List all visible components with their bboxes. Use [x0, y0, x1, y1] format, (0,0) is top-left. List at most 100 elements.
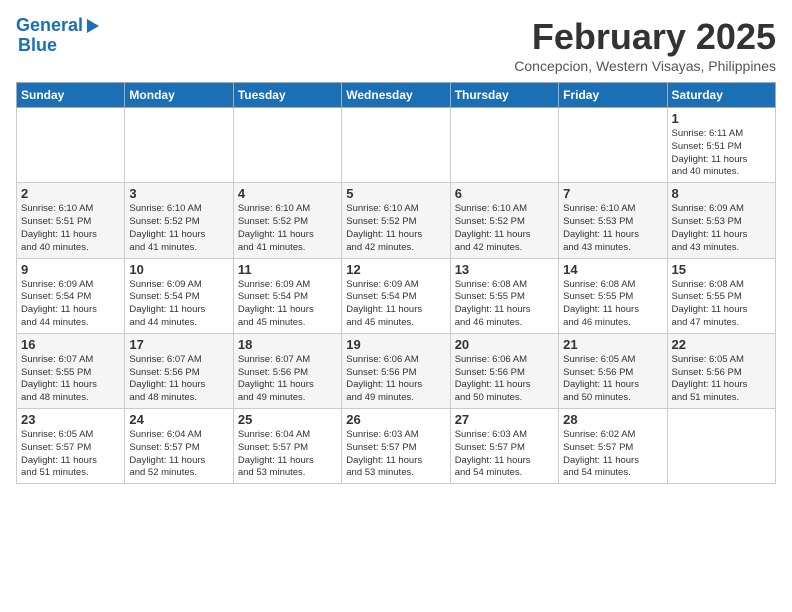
- day-info: Sunrise: 6:10 AM Sunset: 5:52 PM Dayligh…: [346, 203, 445, 254]
- day-info: Sunrise: 6:08 AM Sunset: 5:55 PM Dayligh…: [455, 279, 554, 330]
- calendar-cell: 12 Sunrise: 6:09 AM Sunset: 5:54 PM Dayli…: [342, 258, 450, 333]
- day-number: 17: [129, 337, 228, 352]
- calendar-cell: 14Sunrise: 6:08 AM Sunset: 5:55 PM Dayli…: [559, 258, 667, 333]
- calendar-cell: [342, 108, 450, 183]
- calendar-cell: 28Sunrise: 6:02 AM Sunset: 5:57 PM Dayli…: [559, 409, 667, 484]
- day-number: 3: [129, 186, 228, 201]
- day-number: 8: [672, 186, 771, 201]
- day-info: Sunrise: 6:04 AM Sunset: 5:57 PM Dayligh…: [129, 429, 228, 480]
- day-info: Sunrise: 6:05 AM Sunset: 5:57 PM Dayligh…: [21, 429, 120, 480]
- day-info: Sunrise: 6:07 AM Sunset: 5:56 PM Dayligh…: [129, 354, 228, 405]
- logo-text: General: [16, 16, 83, 36]
- calendar-cell: 2Sunrise: 6:10 AM Sunset: 5:51 PM Daylig…: [17, 183, 125, 258]
- day-number: 6: [455, 186, 554, 201]
- calendar-week-row: 9 Sunrise: 6:09 AM Sunset: 5:54 PM Daylig…: [17, 258, 776, 333]
- calendar-cell: 26 Sunrise: 6:03 AM Sunset: 5:57 PM Dayli…: [342, 409, 450, 484]
- calendar-cell: 7 Sunrise: 6:10 AM Sunset: 5:53 PM Daylig…: [559, 183, 667, 258]
- calendar-cell: 17 Sunrise: 6:07 AM Sunset: 5:56 PM Dayli…: [125, 333, 233, 408]
- calendar-cell: 10 Sunrise: 6:09 AM Sunset: 5:54 PM Dayli…: [125, 258, 233, 333]
- calendar-cell: 20 Sunrise: 6:06 AM Sunset: 5:56 PM Dayli…: [450, 333, 558, 408]
- day-info: Sunrise: 6:07 AM Sunset: 5:55 PM Dayligh…: [21, 354, 120, 405]
- calendar-cell: [450, 108, 558, 183]
- calendar-week-row: 1 Sunrise: 6:11 AM Sunset: 5:51 PM Daylig…: [17, 108, 776, 183]
- weekday-header-sunday: Sunday: [17, 83, 125, 108]
- day-info: Sunrise: 6:03 AM Sunset: 5:57 PM Dayligh…: [346, 429, 445, 480]
- day-number: 26: [346, 412, 445, 427]
- calendar-cell: [559, 108, 667, 183]
- calendar-cell: 24Sunrise: 6:04 AM Sunset: 5:57 PM Dayli…: [125, 409, 233, 484]
- day-number: 12: [346, 262, 445, 277]
- calendar-cell: 22Sunrise: 6:05 AM Sunset: 5:56 PM Dayli…: [667, 333, 775, 408]
- day-number: 5: [346, 186, 445, 201]
- day-info: Sunrise: 6:11 AM Sunset: 5:51 PM Dayligh…: [672, 128, 771, 179]
- calendar-cell: 13Sunrise: 6:08 AM Sunset: 5:55 PM Dayli…: [450, 258, 558, 333]
- calendar-cell: [125, 108, 233, 183]
- day-info: Sunrise: 6:10 AM Sunset: 5:53 PM Dayligh…: [563, 203, 662, 254]
- calendar-cell: 25Sunrise: 6:04 AM Sunset: 5:57 PM Dayli…: [233, 409, 341, 484]
- day-number: 18: [238, 337, 337, 352]
- day-number: 7: [563, 186, 662, 201]
- day-number: 14: [563, 262, 662, 277]
- calendar-week-row: 16 Sunrise: 6:07 AM Sunset: 5:55 PM Dayli…: [17, 333, 776, 408]
- calendar-week-row: 2Sunrise: 6:10 AM Sunset: 5:51 PM Daylig…: [17, 183, 776, 258]
- day-info: Sunrise: 6:09 AM Sunset: 5:53 PM Dayligh…: [672, 203, 771, 254]
- day-info: Sunrise: 6:09 AM Sunset: 5:54 PM Dayligh…: [21, 279, 120, 330]
- calendar-cell: [667, 409, 775, 484]
- day-info: Sunrise: 6:05 AM Sunset: 5:56 PM Dayligh…: [563, 354, 662, 405]
- calendar-cell: 16 Sunrise: 6:07 AM Sunset: 5:55 PM Dayli…: [17, 333, 125, 408]
- calendar-cell: [233, 108, 341, 183]
- day-number: 27: [455, 412, 554, 427]
- calendar-cell: 8 Sunrise: 6:09 AM Sunset: 5:53 PM Daylig…: [667, 183, 775, 258]
- location: Concepcion, Western Visayas, Philippines: [514, 58, 776, 74]
- day-info: Sunrise: 6:02 AM Sunset: 5:57 PM Dayligh…: [563, 429, 662, 480]
- day-number: 10: [129, 262, 228, 277]
- weekday-header-tuesday: Tuesday: [233, 83, 341, 108]
- weekday-header-friday: Friday: [559, 83, 667, 108]
- day-info: Sunrise: 6:10 AM Sunset: 5:52 PM Dayligh…: [129, 203, 228, 254]
- logo-blue: Blue: [18, 36, 57, 56]
- calendar-cell: 5 Sunrise: 6:10 AM Sunset: 5:52 PM Daylig…: [342, 183, 450, 258]
- weekday-header-thursday: Thursday: [450, 83, 558, 108]
- day-info: Sunrise: 6:09 AM Sunset: 5:54 PM Dayligh…: [129, 279, 228, 330]
- calendar-cell: 18 Sunrise: 6:07 AM Sunset: 5:56 PM Dayli…: [233, 333, 341, 408]
- calendar-table: SundayMondayTuesdayWednesdayThursdayFrid…: [16, 82, 776, 484]
- calendar-header-row: SundayMondayTuesdayWednesdayThursdayFrid…: [17, 83, 776, 108]
- calendar-cell: 19Sunrise: 6:06 AM Sunset: 5:56 PM Dayli…: [342, 333, 450, 408]
- calendar-cell: 4 Sunrise: 6:10 AM Sunset: 5:52 PM Daylig…: [233, 183, 341, 258]
- day-number: 16: [21, 337, 120, 352]
- calendar-cell: 27 Sunrise: 6:03 AM Sunset: 5:57 PM Dayli…: [450, 409, 558, 484]
- day-info: Sunrise: 6:05 AM Sunset: 5:56 PM Dayligh…: [672, 354, 771, 405]
- day-info: Sunrise: 6:08 AM Sunset: 5:55 PM Dayligh…: [672, 279, 771, 330]
- day-info: Sunrise: 6:03 AM Sunset: 5:57 PM Dayligh…: [455, 429, 554, 480]
- day-number: 11: [238, 262, 337, 277]
- day-number: 2: [21, 186, 120, 201]
- day-number: 21: [563, 337, 662, 352]
- day-info: Sunrise: 6:07 AM Sunset: 5:56 PM Dayligh…: [238, 354, 337, 405]
- calendar-cell: 9 Sunrise: 6:09 AM Sunset: 5:54 PM Daylig…: [17, 258, 125, 333]
- calendar-cell: [17, 108, 125, 183]
- weekday-header-wednesday: Wednesday: [342, 83, 450, 108]
- weekday-header-monday: Monday: [125, 83, 233, 108]
- calendar-week-row: 23Sunrise: 6:05 AM Sunset: 5:57 PM Dayli…: [17, 409, 776, 484]
- calendar-cell: 21 Sunrise: 6:05 AM Sunset: 5:56 PM Dayli…: [559, 333, 667, 408]
- day-number: 1: [672, 111, 771, 126]
- month-year: February 2025: [514, 16, 776, 58]
- day-number: 20: [455, 337, 554, 352]
- day-info: Sunrise: 6:10 AM Sunset: 5:52 PM Dayligh…: [455, 203, 554, 254]
- day-info: Sunrise: 6:09 AM Sunset: 5:54 PM Dayligh…: [346, 279, 445, 330]
- day-info: Sunrise: 6:10 AM Sunset: 5:52 PM Dayligh…: [238, 203, 337, 254]
- logo: General Blue: [16, 16, 99, 56]
- calendar-cell: 15 Sunrise: 6:08 AM Sunset: 5:55 PM Dayli…: [667, 258, 775, 333]
- calendar-cell: 1 Sunrise: 6:11 AM Sunset: 5:51 PM Daylig…: [667, 108, 775, 183]
- calendar-cell: 3 Sunrise: 6:10 AM Sunset: 5:52 PM Daylig…: [125, 183, 233, 258]
- calendar-cell: 11 Sunrise: 6:09 AM Sunset: 5:54 PM Dayli…: [233, 258, 341, 333]
- day-info: Sunrise: 6:09 AM Sunset: 5:54 PM Dayligh…: [238, 279, 337, 330]
- day-number: 19: [346, 337, 445, 352]
- calendar-cell: 6 Sunrise: 6:10 AM Sunset: 5:52 PM Daylig…: [450, 183, 558, 258]
- logo-arrow-icon: [87, 19, 99, 33]
- day-number: 15: [672, 262, 771, 277]
- day-number: 4: [238, 186, 337, 201]
- page-header: General Blue February 2025 Concepcion, W…: [16, 16, 776, 74]
- day-info: Sunrise: 6:06 AM Sunset: 5:56 PM Dayligh…: [455, 354, 554, 405]
- day-number: 9: [21, 262, 120, 277]
